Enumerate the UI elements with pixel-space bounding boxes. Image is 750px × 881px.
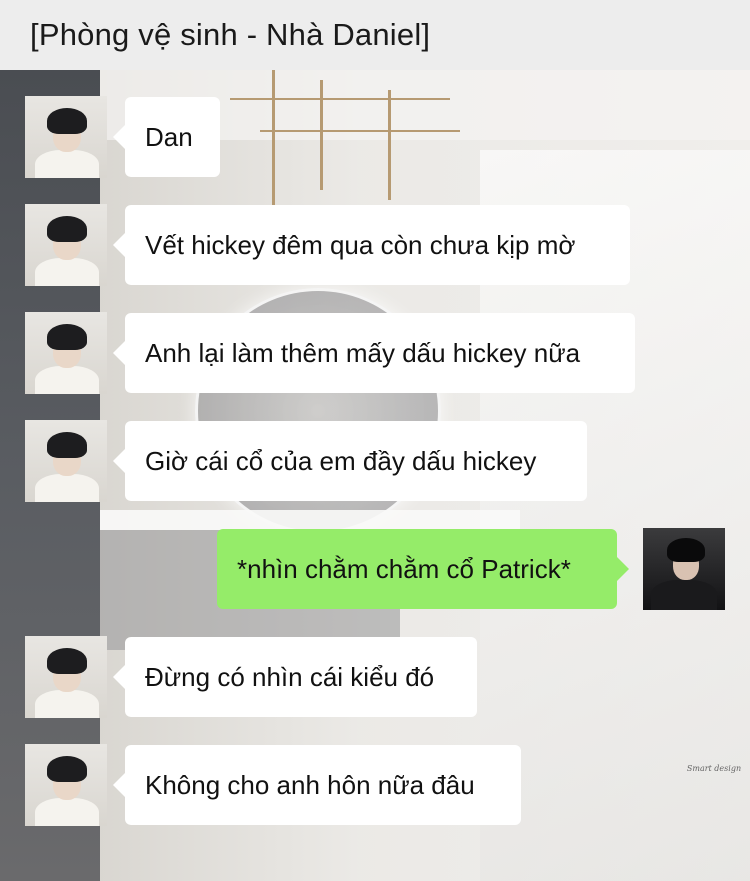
message-bubble[interactable]: Dan [113,97,220,177]
message-text: Vết hickey đêm qua còn chưa kịp mờ [145,229,576,260]
message-bubble[interactable]: Giờ cái cổ của em đầy dấu hickey [113,421,587,501]
chat-header: [Phòng vệ sinh - Nhà Daniel] [0,0,750,70]
message-bubble[interactable]: *nhìn chằm chằm cổ Patrick* [217,529,629,609]
daniel-avatar[interactable] [25,312,107,394]
daniel-avatar[interactable] [25,204,107,286]
patrick-avatar[interactable] [643,528,725,610]
daniel-avatar[interactable] [25,96,107,178]
daniel-avatar[interactable] [25,744,107,826]
message-text: Giờ cái cổ của em đầy dấu hickey [145,445,537,476]
message-bubble[interactable]: Không cho anh hôn nữa đâu [113,745,521,825]
message-text: Dan [145,121,193,152]
message-text: Không cho anh hôn nữa đâu [145,769,475,800]
daniel-avatar[interactable] [25,420,107,502]
watermark-logo: Smart design [686,764,742,773]
message-text: Đừng có nhìn cái kiểu đó [145,661,435,692]
message-bubble[interactable]: Vết hickey đêm qua còn chưa kịp mờ [113,205,630,285]
chat-title: [Phòng vệ sinh - Nhà Daniel] [30,17,431,52]
chat-area[interactable]: Smart design Dan Vết hickey đêm qua còn … [0,70,750,881]
message-text: *nhìn chằm chằm cổ Patrick* [237,553,571,584]
daniel-avatar[interactable] [25,636,107,718]
message-bubble[interactable]: Anh lại làm thêm mấy dấu hickey nữa [113,313,635,393]
message-bubble[interactable]: Đừng có nhìn cái kiểu đó [113,637,477,717]
message-text: Anh lại làm thêm mấy dấu hickey nữa [145,337,581,368]
